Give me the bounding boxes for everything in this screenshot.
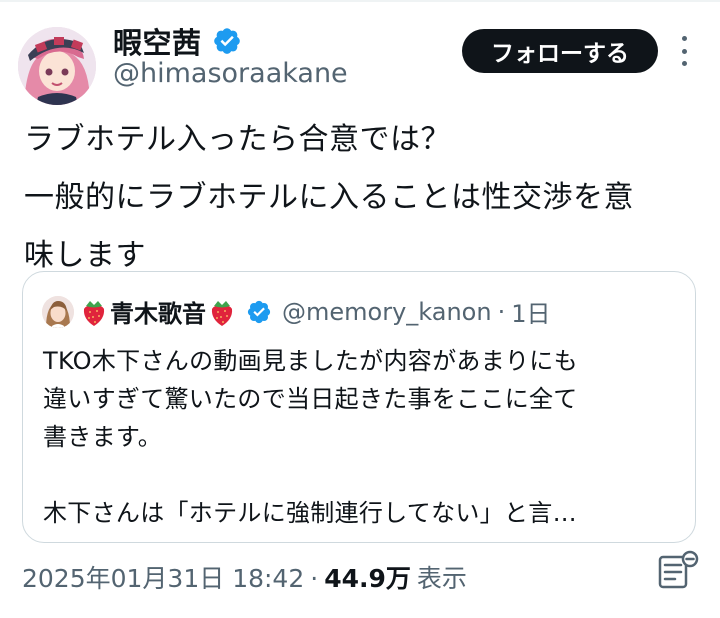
post-summary-icon[interactable] [656,549,700,593]
quoted-verified-badge-icon [246,299,272,325]
quoted-text-line: 木下さんは「ホテルに強制連行してない」と言… [43,499,577,527]
tweet-timestamp[interactable]: 2025年01月31日 18:42 [22,559,304,595]
top-divider [0,0,720,2]
author-name-row: 暇空茜 [113,20,242,62]
views-label: 表示 [416,564,467,593]
views-count: 44.9万 [324,564,411,593]
quoted-text-line: 書きます。 [43,423,163,451]
quoted-text-line: 違いすぎて驚いたので当日起きた事をここに全て [43,385,578,413]
strawberry-emoji-icon [208,297,236,327]
author-handle[interactable]: @himasoraakane [113,58,348,89]
quoted-separator: · [497,297,506,326]
quoted-tweet-header: 青木歌音 @memory_kanon · 1日 [42,294,551,329]
more-dot [681,48,687,54]
more-dot [681,61,687,66]
tweet-text-line: 一般的にラブホテルに入ることは性交渉を意 [24,180,634,215]
verified-badge-icon[interactable] [212,26,242,56]
more-options-icon[interactable] [672,36,696,66]
author-avatar[interactable] [18,27,96,105]
quoted-display-name[interactable]: 青木歌音 [80,294,236,329]
tweet-text: ラブホテル入ったら合意では？ 一般的にラブホテルに入ることは性交渉を意 味します [24,111,704,285]
quoted-display-name-text: 青木歌音 [110,300,206,328]
quoted-tweet-card[interactable]: 青木歌音 @memory_kanon · 1日 TKO木下さんの動画見ましたが内… [22,271,696,543]
quoted-handle: @memory_kanon [282,297,492,326]
tweet-text-line: ラブホテル入ったら合意では？ [24,122,451,157]
author-display-name[interactable]: 暇空茜 [113,20,202,62]
quoted-text-line: TKO木下さんの動画見ましたが内容があまりにも [43,347,578,375]
quoted-author-avatar[interactable] [42,295,74,328]
follow-button[interactable]: フォローする [462,29,658,73]
quoted-text-line [43,456,679,494]
tweet-meta: 2025年01月31日 18:42 · 44.9万 表示 [22,559,467,595]
strawberry-emoji-icon [80,297,108,327]
quoted-timestamp: 1日 [511,300,551,328]
meta-separator: · [310,564,319,593]
more-dot [681,36,687,41]
quoted-tweet-text: TKO木下さんの動画見ましたが内容があまりにも 違いすぎて驚いたので当日起きた事… [43,342,679,532]
